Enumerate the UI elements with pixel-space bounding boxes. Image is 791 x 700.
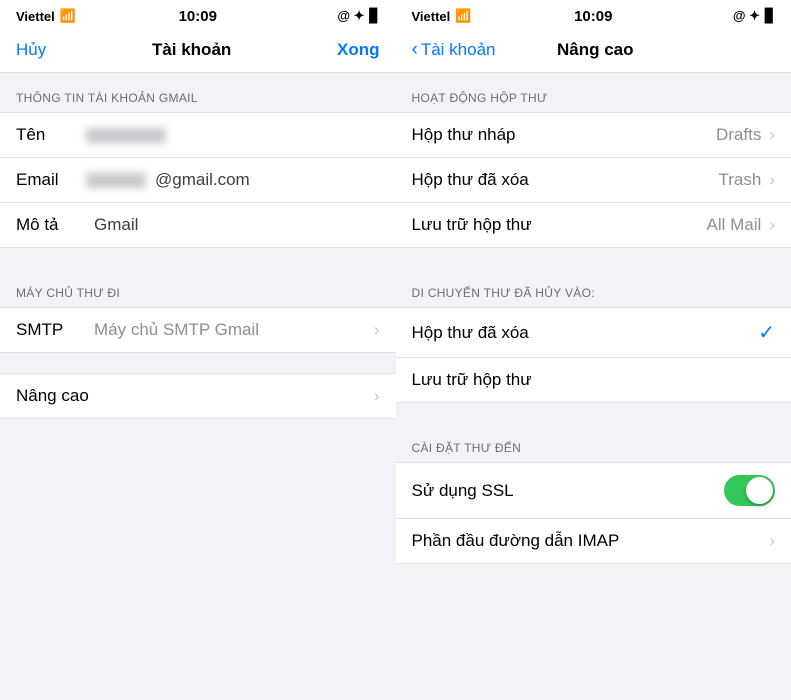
- advanced-group: Nâng cao ›: [0, 373, 396, 419]
- drafts-row[interactable]: Hộp thư nháp Drafts ›: [396, 113, 791, 158]
- left-content: THÔNG TIN TÀI KHOẢN GMAIL Tên Email @gma…: [0, 73, 396, 700]
- archive-label: Lưu trữ hộp thư: [412, 215, 532, 235]
- trash-value: Trash: [719, 170, 762, 190]
- archive-row[interactable]: Lưu trữ hộp thư All Mail ›: [396, 203, 791, 247]
- ssl-toggle[interactable]: [724, 475, 775, 506]
- description-label: Mô tả: [16, 215, 86, 235]
- ssl-row[interactable]: Sử dụng SSL: [396, 463, 791, 519]
- imap-chevron-icon: ›: [769, 531, 775, 551]
- move-to-archive-row[interactable]: Lưu trữ hộp thư: [396, 358, 791, 402]
- trash-label: Hộp thư đã xóa: [412, 170, 529, 190]
- section-header-incoming: CÀI ĐẶT THƯ ĐẾN: [396, 423, 791, 462]
- description-row[interactable]: Mô tả Gmail: [0, 203, 396, 247]
- ssl-label: Sử dụng SSL: [412, 481, 514, 501]
- status-bar-left: Viettel 📶 10:09 @ ✦ ▊: [0, 0, 396, 30]
- nav-bar-right: ‹ Tài khoản Nâng cao: [396, 30, 791, 73]
- imap-path-row[interactable]: Phần đầu đường dẫn IMAP ›: [396, 519, 791, 563]
- smtp-group: SMTP Máy chủ SMTP Gmail ›: [0, 307, 396, 353]
- description-value: Gmail: [94, 215, 380, 235]
- carrier-left: Viettel: [16, 9, 55, 24]
- move-trash-label: Hộp thư đã xóa: [412, 323, 529, 343]
- email-row[interactable]: Email @gmail.com: [0, 158, 396, 203]
- name-label: Tên: [16, 125, 86, 145]
- wifi-icon: 📶: [60, 8, 76, 24]
- account-info-group: Tên Email @gmail.com Mô tả Gmail: [0, 112, 396, 248]
- nav-title-left: Tài khoản: [152, 40, 231, 60]
- checkmark-icon: ✓: [758, 320, 775, 345]
- status-left: Viettel 📶: [16, 8, 76, 24]
- email-value-blurred: [86, 173, 146, 188]
- section-header-account-info: THÔNG TIN TÀI KHOẢN GMAIL: [0, 73, 396, 112]
- smtp-chevron-icon: ›: [374, 320, 380, 340]
- status-bar-right: Viettel 📶 10:09 @ ✦ ▊: [396, 0, 791, 30]
- drafts-chevron-icon: ›: [769, 125, 775, 145]
- status-right-right: @ ✦ ▊: [733, 8, 775, 24]
- email-suffix: @gmail.com: [155, 170, 380, 190]
- wifi-icon-right: 📶: [455, 8, 471, 24]
- name-row[interactable]: Tên: [0, 113, 396, 158]
- left-panel: Viettel 📶 10:09 @ ✦ ▊ Hủy Tài khoản Xong…: [0, 0, 396, 700]
- separator-1: [0, 248, 396, 268]
- drafts-value: Drafts: [716, 125, 761, 145]
- smtp-label: SMTP: [16, 320, 86, 340]
- section-header-mailbox: HOẠT ĐỘNG HỘP THƯ: [396, 73, 791, 112]
- cancel-button[interactable]: Hủy: [16, 40, 46, 60]
- separator-r2: [396, 403, 791, 423]
- signal-icons-left: @ ✦: [337, 8, 364, 24]
- trash-chevron-icon: ›: [769, 170, 775, 190]
- signal-icons-right: @ ✦: [733, 8, 760, 24]
- move-archive-label: Lưu trữ hộp thư: [412, 370, 532, 390]
- advanced-chevron-icon: ›: [374, 386, 380, 406]
- back-label: Tài khoản: [421, 40, 496, 60]
- smtp-value: Máy chủ SMTP Gmail: [94, 320, 370, 340]
- status-right-left: @ ✦ ▊: [337, 8, 379, 24]
- time-left: 10:09: [179, 8, 217, 25]
- section-header-move: DI CHUYỂN THƯ ĐÃ HỦY VÀO:: [396, 268, 791, 307]
- imap-path-label: Phần đầu đường dẫn IMAP: [412, 531, 620, 551]
- carrier-right: Viettel: [412, 9, 451, 24]
- section-header-smtp: MÁY CHỦ THƯ ĐI: [0, 268, 396, 307]
- nav-title-right: Nâng cao: [557, 40, 634, 60]
- right-panel: Viettel 📶 10:09 @ ✦ ▊ ‹ Tài khoản Nâng c…: [396, 0, 791, 700]
- trash-row[interactable]: Hộp thư đã xóa Trash ›: [396, 158, 791, 203]
- advanced-label: Nâng cao: [16, 386, 89, 406]
- battery-icon-left: ▊: [370, 8, 380, 24]
- advanced-row[interactable]: Nâng cao ›: [0, 374, 396, 418]
- battery-icon-right: ▊: [765, 8, 775, 24]
- nav-bar-left: Hủy Tài khoản Xong: [0, 30, 396, 73]
- back-chevron-icon: ‹: [412, 40, 418, 59]
- name-value-blurred: [86, 128, 166, 143]
- archive-chevron-icon: ›: [769, 215, 775, 235]
- done-button[interactable]: Xong: [337, 40, 380, 60]
- back-button[interactable]: ‹ Tài khoản: [412, 40, 496, 60]
- right-content: HOẠT ĐỘNG HỘP THƯ Hộp thư nháp Drafts › …: [396, 73, 791, 700]
- separator-2: [0, 353, 396, 373]
- smtp-row[interactable]: SMTP Máy chủ SMTP Gmail ›: [0, 308, 396, 352]
- drafts-label: Hộp thư nháp: [412, 125, 516, 145]
- status-left-right: Viettel 📶: [412, 8, 472, 24]
- email-label: Email: [16, 170, 86, 190]
- incoming-mail-group: Sử dụng SSL Phần đầu đường dẫn IMAP ›: [396, 462, 791, 564]
- move-mail-group: Hộp thư đã xóa ✓ Lưu trữ hộp thư: [396, 307, 791, 403]
- move-to-trash-row[interactable]: Hộp thư đã xóa ✓: [396, 308, 791, 358]
- archive-value: All Mail: [707, 215, 762, 235]
- mailbox-group: Hộp thư nháp Drafts › Hộp thư đã xóa Tra…: [396, 112, 791, 248]
- time-right: 10:09: [574, 8, 612, 25]
- separator-r1: [396, 248, 791, 268]
